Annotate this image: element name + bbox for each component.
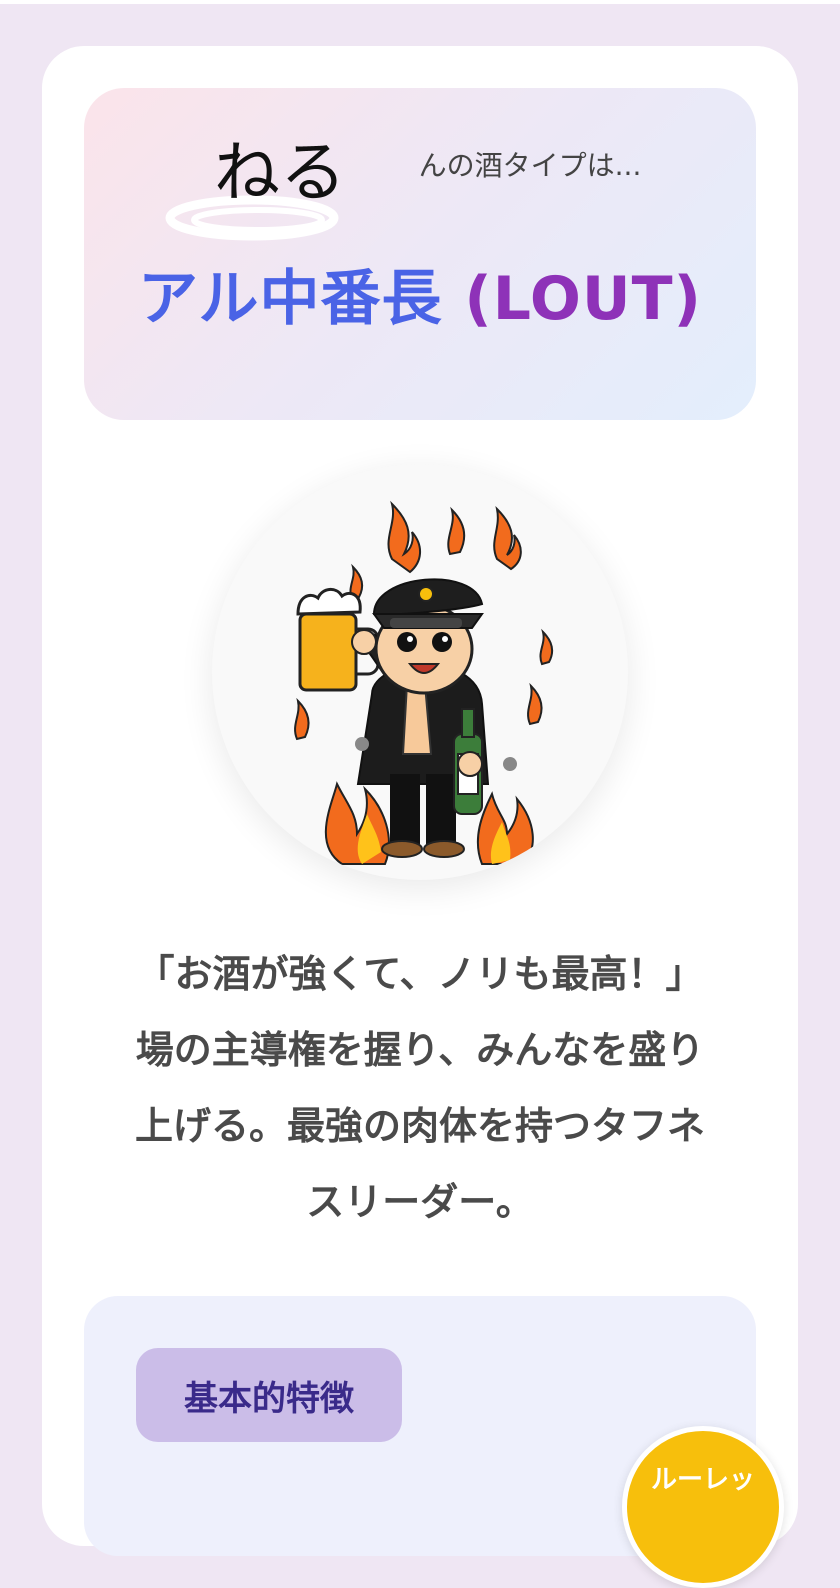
description-line: 上げる。最強の肉体を持つタフネ	[134, 1104, 705, 1148]
features-heading: 基本的特徴	[136, 1348, 402, 1442]
description-line: スリーダー。	[306, 1180, 534, 1224]
result-header: ねる んの酒タイプは... アル中番長 (LOUT)	[84, 88, 756, 420]
type-description: 「お酒が強くて、ノリも最高！」 場の主導権を握り、みんなを盛り 上げる。最強の肉…	[82, 936, 758, 1240]
roulette-label: ルーレッ	[650, 1465, 755, 1495]
description-line: 「お酒が強くて、ノリも最高！」	[136, 952, 704, 996]
status-bar-strip	[0, 0, 840, 4]
intro-suffix: んの酒タイプは...	[418, 149, 642, 182]
type-title: アル中番長 (LOUT)	[84, 266, 756, 332]
type-code: (LOUT)	[464, 264, 702, 334]
roulette-button[interactable]: ルーレッ	[622, 1426, 784, 1588]
drunk-gang-leader-character-icon	[294, 500, 554, 865]
type-name: アル中番長	[138, 264, 443, 334]
description-line: 場の主導権を握り、みんなを盛り	[135, 1028, 705, 1072]
intro-line: んの酒タイプは...	[84, 144, 756, 184]
character-avatar	[212, 464, 628, 880]
result-card: ねる んの酒タイプは... アル中番長 (LOUT) 「お酒が強くて、ノリも最高…	[42, 46, 798, 1556]
